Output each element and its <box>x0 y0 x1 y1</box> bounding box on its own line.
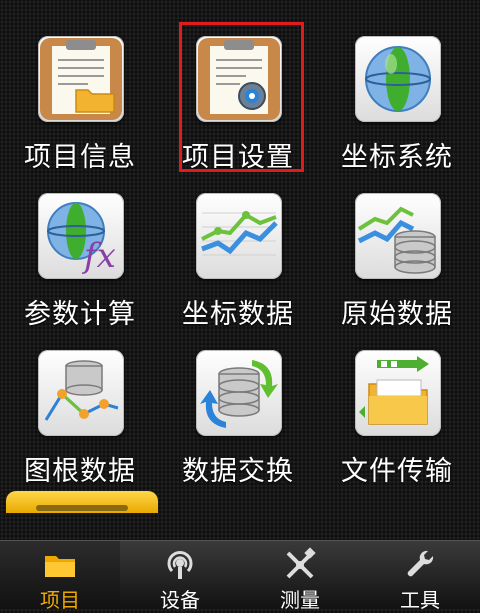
tile-coordinate-system[interactable]: 坐标系统 <box>322 0 472 173</box>
tab-tools[interactable]: 工具 <box>360 541 480 612</box>
tab-label: 项目 <box>40 588 80 612</box>
database-network-icon <box>38 350 124 436</box>
drawer-handle[interactable] <box>6 491 158 513</box>
tab-device[interactable]: 设备 <box>120 541 240 612</box>
tile-parameter-calc[interactable]: fx 参数计算 <box>5 157 155 330</box>
line-chart-icon <box>196 193 282 279</box>
bottom-tab-bar: 项目 设备 测量 工具 <box>0 540 480 612</box>
tab-label: 测量 <box>280 588 320 612</box>
tab-project[interactable]: 项目 <box>0 541 120 612</box>
database-sync-icon <box>196 350 282 436</box>
globe-fx-icon: fx <box>38 193 124 279</box>
tile-coordinate-data[interactable]: 坐标数据 <box>163 157 313 330</box>
tile-control-data[interactable]: 图根数据 <box>5 314 155 487</box>
tile-label: 数据交换 <box>182 456 294 487</box>
tab-label: 设备 <box>160 588 200 612</box>
tile-label: 图根数据 <box>24 456 136 487</box>
chart-database-icon <box>355 193 441 279</box>
tile-file-transfer[interactable]: 文件传输 <box>322 314 472 487</box>
clipboard-folder-icon <box>38 36 124 122</box>
tab-label: 工具 <box>400 588 440 612</box>
antenna-icon <box>162 547 198 583</box>
wrench-icon <box>402 547 438 583</box>
svg-text:fx: fx <box>81 236 116 276</box>
tab-survey[interactable]: 测量 <box>240 541 360 612</box>
tile-data-exchange[interactable]: 数据交换 <box>163 314 313 487</box>
clipboard-gear-icon <box>196 36 282 122</box>
survey-tools-icon <box>282 547 318 583</box>
tile-label: 文件传输 <box>341 456 453 487</box>
folder-icon <box>42 547 78 583</box>
file-transfer-icon <box>355 350 441 436</box>
tile-project-info[interactable]: 项目信息 <box>5 0 155 173</box>
tile-project-settings[interactable]: 项目设置 <box>163 0 313 173</box>
tile-raw-data[interactable]: 原始数据 <box>322 157 472 330</box>
function-grid: 项目信息 项目设置 坐标系统 fx 参数计算 坐标数据 原始数据 图根数据 数据… <box>0 0 480 500</box>
globe-icon <box>355 36 441 122</box>
